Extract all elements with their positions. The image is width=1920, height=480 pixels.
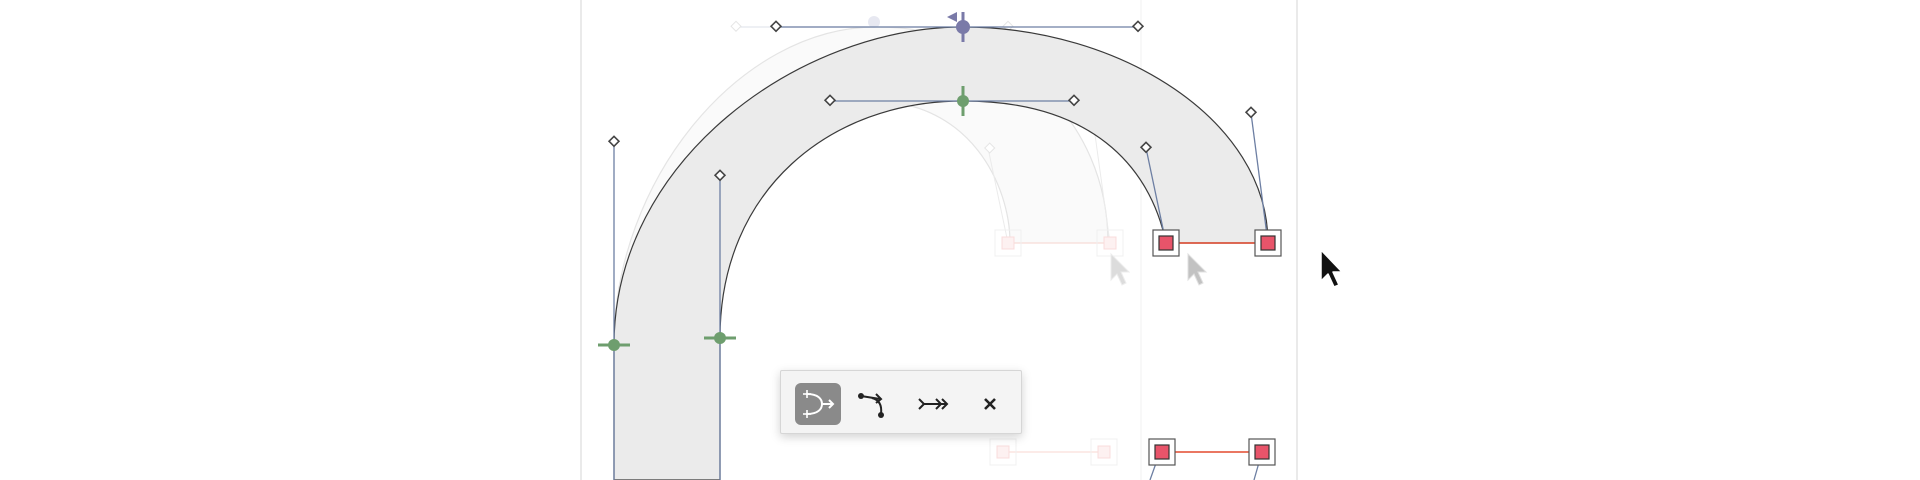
arrow-forward-icon bbox=[918, 398, 949, 410]
close-toolbar-button[interactable] bbox=[967, 383, 1013, 425]
corner-node-top-left[interactable] bbox=[1152, 229, 1180, 257]
corner-node-bottom-left[interactable] bbox=[1148, 438, 1176, 466]
break-node-icon bbox=[858, 393, 884, 418]
join-curve-icon bbox=[803, 390, 835, 418]
close-icon bbox=[984, 398, 996, 410]
ghost-cursor-icon bbox=[1187, 252, 1208, 286]
handle-point bbox=[1244, 106, 1258, 119]
forward-button[interactable] bbox=[911, 383, 957, 425]
corner-node-bottom-right[interactable] bbox=[1248, 438, 1276, 466]
node-toolbar bbox=[780, 370, 1022, 434]
break-node-button[interactable] bbox=[851, 383, 897, 425]
ghost-cursor-icon bbox=[1110, 252, 1131, 286]
handle-point bbox=[607, 135, 621, 148]
corner-node-top-right[interactable] bbox=[1254, 229, 1282, 257]
arrow-cursor-icon bbox=[1320, 249, 1343, 288]
glyph-editor bbox=[0, 0, 1920, 480]
join-curve-button[interactable] bbox=[795, 383, 841, 425]
handle-point bbox=[769, 20, 783, 33]
